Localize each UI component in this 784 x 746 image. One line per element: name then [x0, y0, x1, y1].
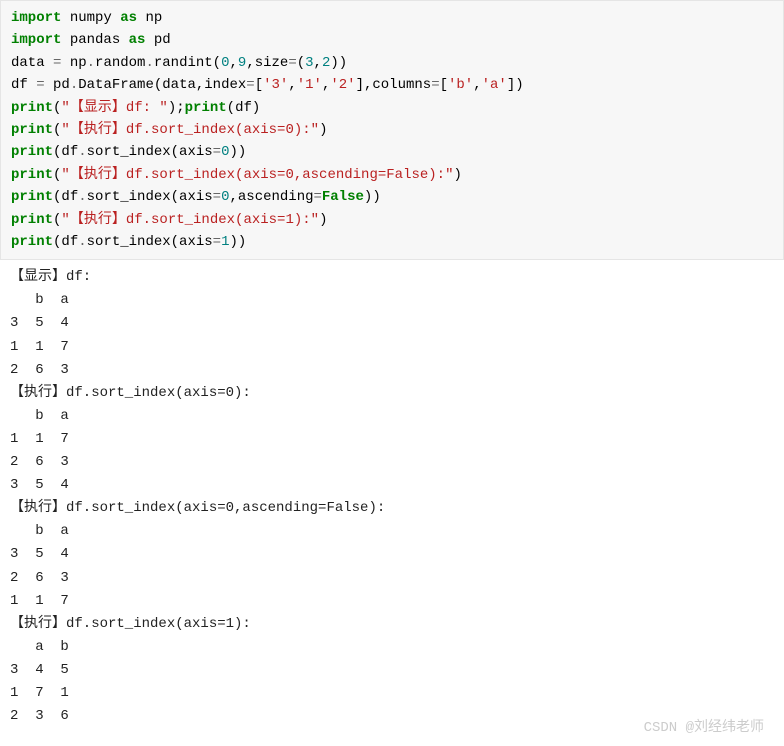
watermark: CSDN @刘经纬老师	[644, 716, 764, 736]
arg-ascending: ,ascending	[229, 189, 313, 205]
paren-close: )	[453, 167, 461, 183]
op-dot: .	[78, 234, 86, 250]
fn-print: print	[11, 167, 53, 183]
op-dot: .	[70, 77, 78, 93]
output-header-2: 【执行】df.sort_index(axis=0):	[10, 385, 251, 401]
table-row: 2 3 6	[10, 708, 69, 724]
keyword-import: import	[11, 32, 61, 48]
paren-close: )	[319, 212, 327, 228]
fn-randint: randint(	[154, 55, 221, 71]
comma: ,	[473, 77, 481, 93]
bracket-close: ])	[507, 77, 524, 93]
fn-print: print	[11, 144, 53, 160]
num: 3	[305, 55, 313, 71]
fn-sortindex: sort_index(axis	[87, 189, 213, 205]
code-block: import numpy as np import pandas as pd d…	[0, 0, 784, 260]
string: "【显示】df: "	[61, 100, 167, 116]
paren-close: ))	[229, 234, 246, 250]
string: '2'	[330, 77, 355, 93]
table-row: 1 1 7	[10, 339, 69, 355]
table-row: 2 6 3	[10, 362, 69, 378]
var-data: data	[11, 55, 53, 71]
table-header-ba: b a	[10, 523, 69, 539]
op-eq: =	[288, 55, 296, 71]
paren-close: )	[319, 122, 327, 138]
op-eq: =	[314, 189, 322, 205]
paren-close: ))	[364, 189, 381, 205]
var-df: df	[11, 77, 36, 93]
arg-size: ,size	[246, 55, 288, 71]
paren-close: ))	[229, 144, 246, 160]
table-row: 3 5 4	[10, 546, 69, 562]
table-row: 3 4 5	[10, 662, 69, 678]
op-eq: =	[213, 144, 221, 160]
op-dot: .	[87, 55, 95, 71]
paren: (	[297, 55, 305, 71]
op-eq: =	[213, 234, 221, 250]
arg-df: (df	[53, 189, 78, 205]
output-header-4: 【执行】df.sort_index(axis=1):	[10, 616, 251, 632]
module-numpy: numpy	[70, 10, 112, 26]
table-header-ba: b a	[10, 292, 69, 308]
table-header-ba: b a	[10, 408, 69, 424]
fn-print: print	[11, 212, 53, 228]
table-row: 3 5 4	[10, 315, 69, 331]
string: "【执行】df.sort_index(axis=0,ascending=Fals…	[61, 167, 453, 183]
bracket: [	[255, 77, 263, 93]
expr-np: np	[61, 55, 86, 71]
comma: ,	[288, 77, 296, 93]
table-row: 1 7 1	[10, 685, 69, 701]
fn-print: print	[11, 234, 53, 250]
module-pandas: pandas	[70, 32, 120, 48]
bracket: [	[440, 77, 448, 93]
keyword-as: as	[120, 10, 137, 26]
op-eq: =	[246, 77, 254, 93]
op-eq: =	[36, 77, 44, 93]
bool-false: False	[322, 189, 364, 205]
table-row: 2 6 3	[10, 570, 69, 586]
output-header-1: 【显示】df:	[10, 269, 91, 285]
comma: ,	[314, 55, 322, 71]
fn-sortindex: sort_index(axis	[87, 144, 213, 160]
arg-df: (df	[53, 144, 78, 160]
arg-df: (df)	[227, 100, 261, 116]
string: '1'	[297, 77, 322, 93]
output-header-3: 【执行】df.sort_index(axis=0,ascending=False…	[10, 500, 385, 516]
arg-columns: ],columns	[356, 77, 432, 93]
fn-print: print	[11, 122, 53, 138]
op-dot: .	[145, 55, 153, 71]
fn-print: print	[11, 189, 53, 205]
attr-random: random	[95, 55, 145, 71]
string: 'b'	[448, 77, 473, 93]
arg-df: (df	[53, 234, 78, 250]
paren-close: ))	[330, 55, 347, 71]
table-row: 1 1 7	[10, 593, 69, 609]
table-row: 3 5 4	[10, 477, 69, 493]
output-block: 【显示】df: b a 3 5 4 1 1 7 2 6 3 【执行】df.sor…	[0, 260, 784, 734]
alias-pd: pd	[154, 32, 171, 48]
fn-print: print	[185, 100, 227, 116]
string: "【执行】df.sort_index(axis=1):"	[61, 212, 319, 228]
string: 'a'	[482, 77, 507, 93]
fn-print: print	[11, 100, 53, 116]
comma: ,	[230, 55, 238, 71]
fn-dataframe: DataFrame(data,index	[78, 77, 246, 93]
op-eq: =	[213, 189, 221, 205]
expr-pd: pd	[45, 77, 70, 93]
table-row: 2 6 3	[10, 454, 69, 470]
keyword-import: import	[11, 10, 61, 26]
alias-np: np	[145, 10, 162, 26]
semicolon: );	[168, 100, 185, 116]
num: 0	[221, 55, 229, 71]
string: "【执行】df.sort_index(axis=0):"	[61, 122, 319, 138]
op-dot: .	[78, 189, 86, 205]
keyword-as: as	[129, 32, 146, 48]
string: '3'	[263, 77, 288, 93]
op-dot: .	[78, 144, 86, 160]
table-row: 1 1 7	[10, 431, 69, 447]
fn-sortindex: sort_index(axis	[87, 234, 213, 250]
op-eq: =	[431, 77, 439, 93]
table-header-ab: a b	[10, 639, 69, 655]
